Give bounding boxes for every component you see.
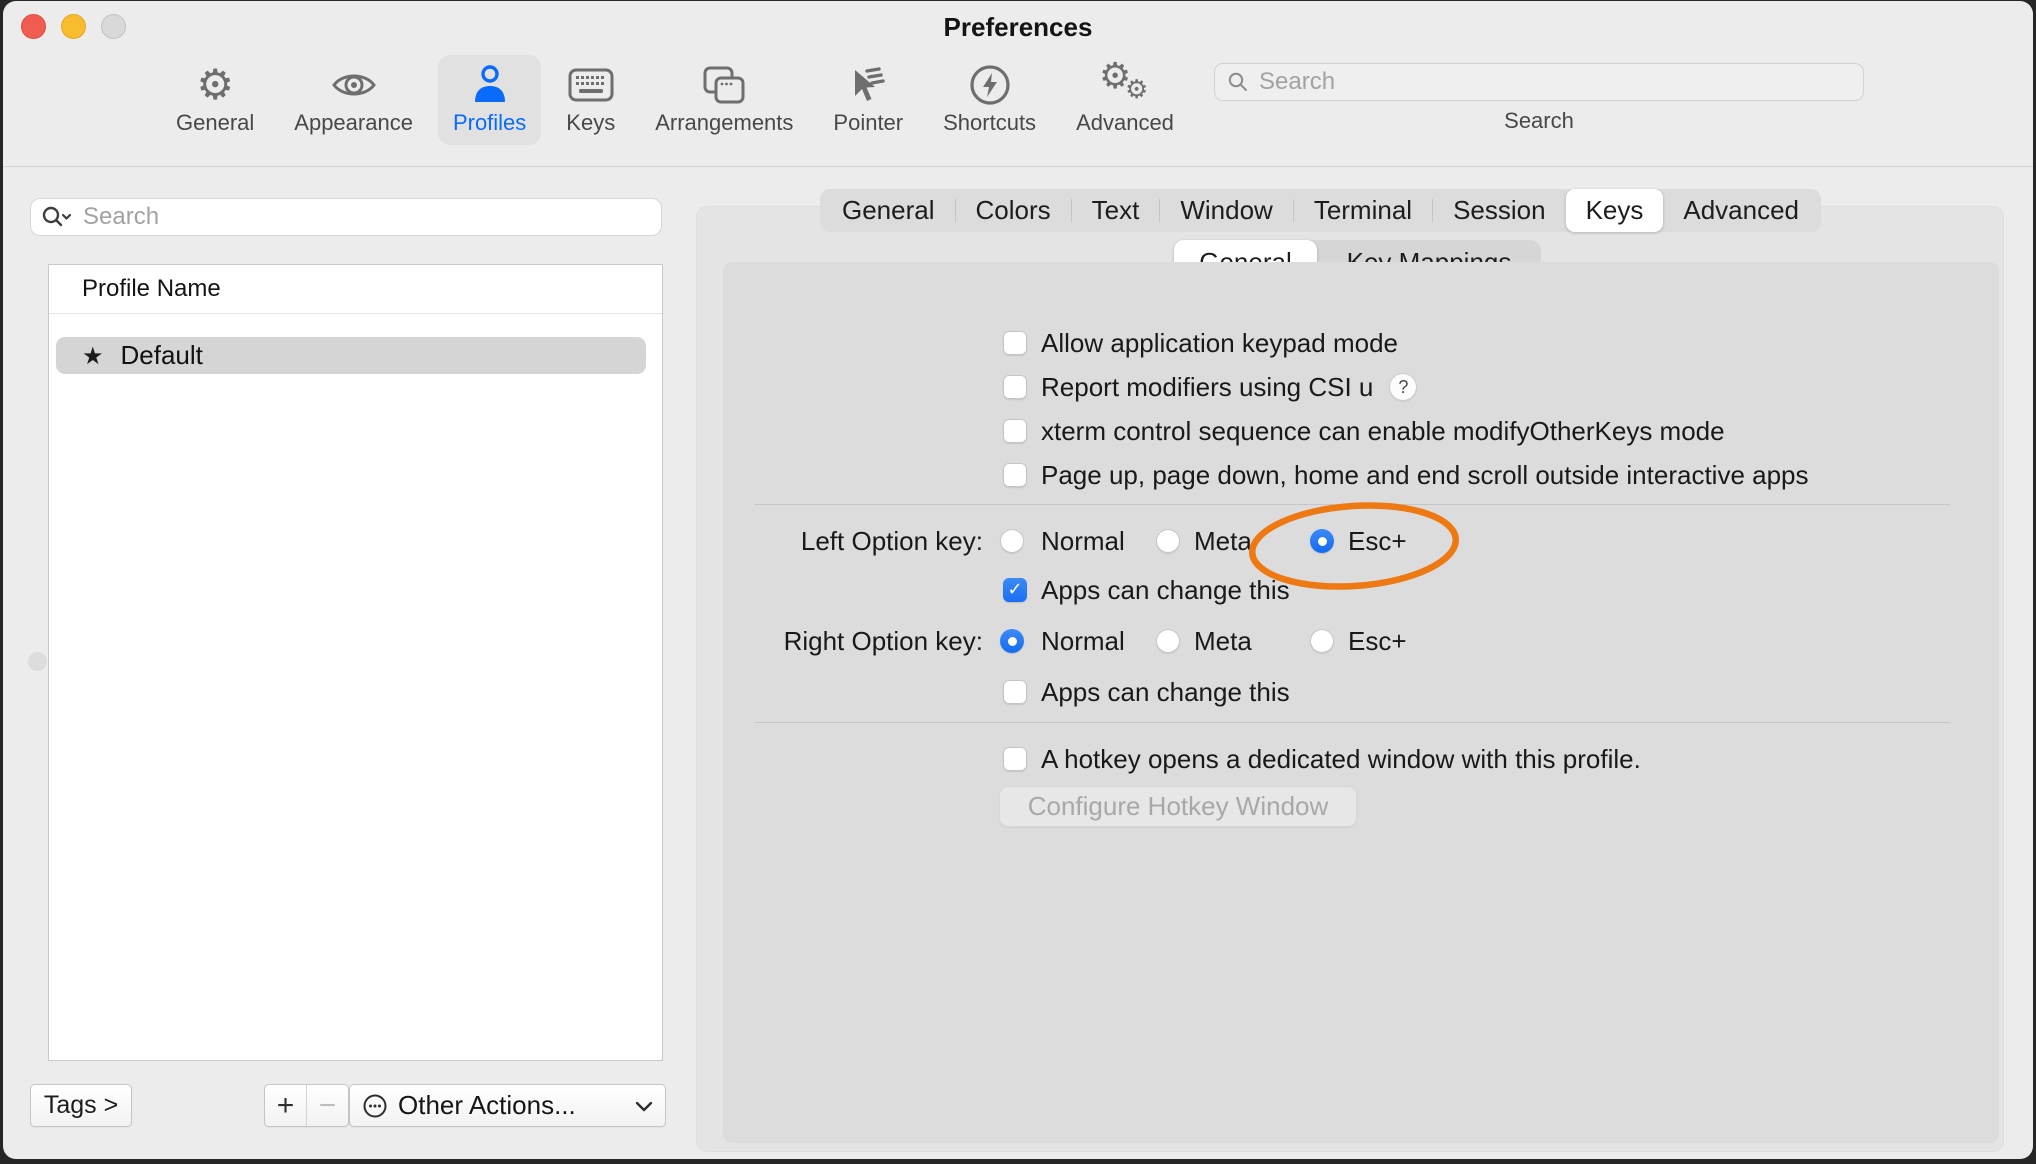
tab-terminal[interactable]: Terminal <box>1294 189 1432 232</box>
checkbox-right-apps-can-change[interactable] <box>1003 680 1027 704</box>
add-profile-button[interactable]: + <box>265 1085 306 1126</box>
lightning-circle-icon <box>968 61 1012 108</box>
profile-search-field[interactable] <box>30 198 662 236</box>
eye-icon <box>331 61 377 108</box>
profile-list-header: Profile Name <box>49 265 662 314</box>
toolbar-search-input[interactable] <box>1257 67 1851 97</box>
windows-stack-icon <box>702 61 746 108</box>
left-option-key-row: Left Option key: Normal Meta Esc+ <box>723 527 1923 555</box>
cursor-icon <box>847 61 889 108</box>
tab-colors[interactable]: Colors <box>956 189 1071 232</box>
right-option-key-label: Right Option key: <box>723 627 983 655</box>
toolbar-search-group: Search <box>1214 63 1864 134</box>
screenshot-canvas: Preferences ⚙ General Appearance Profile… <box>0 0 2036 1164</box>
search-icon <box>1227 71 1249 93</box>
checkbox-row-modifyotherkeys: xterm control sequence can enable modify… <box>1003 417 1725 445</box>
profile-list: Profile Name ★ Default <box>48 264 663 1061</box>
chevron-down-icon <box>635 1100 653 1112</box>
right-option-key-row: Right Option key: Normal Meta Esc+ <box>723 627 1923 655</box>
radio-left-option-esc[interactable] <box>1310 529 1334 553</box>
hotkey-row: A hotkey opens a dedicated window with t… <box>1003 745 1641 773</box>
tags-button[interactable]: Tags > <box>30 1084 132 1127</box>
radio-right-option-normal[interactable] <box>1000 629 1024 653</box>
tab-general[interactable]: General <box>822 189 955 232</box>
divider <box>755 504 1950 505</box>
radio-left-option-meta[interactable] <box>1156 529 1180 553</box>
radio-right-option-meta[interactable] <box>1156 629 1180 653</box>
checkbox-row-csi-u: Report modifiers using CSI u ? <box>1003 373 1417 401</box>
profile-tabbar: General Colors Text Window Terminal Sess… <box>820 189 1821 232</box>
tab-window[interactable]: Window <box>1160 189 1292 232</box>
toolbar-item-profiles[interactable]: Profiles <box>438 55 541 145</box>
gear-icon: ⚙ <box>196 61 234 108</box>
ellipsis-circle-icon <box>362 1093 388 1119</box>
profile-row-default[interactable]: ★ Default <box>56 337 646 374</box>
tab-advanced[interactable]: Advanced <box>1663 189 1819 232</box>
radio-left-option-normal[interactable] <box>1000 529 1024 553</box>
radio-right-option-esc[interactable] <box>1310 629 1334 653</box>
right-apps-can-change-row: Apps can change this <box>1003 678 1290 706</box>
toolbar-item-arrangements[interactable]: Arrangements <box>640 55 808 145</box>
toolbar-item-keys[interactable]: Keys <box>551 55 630 145</box>
configure-hotkey-window-button[interactable]: Configure Hotkey Window <box>999 786 1357 827</box>
left-option-key-label: Left Option key: <box>723 527 983 555</box>
keyboard-icon <box>568 61 614 108</box>
checkbox-allow-keypad-mode[interactable] <box>1003 331 1027 355</box>
search-scope-icon <box>41 205 73 229</box>
window-title: Preferences <box>3 12 2033 43</box>
toolbar-item-general[interactable]: ⚙ General <box>161 55 269 145</box>
tab-session[interactable]: Session <box>1433 189 1566 232</box>
toolbar-item-appearance[interactable]: Appearance <box>279 55 428 145</box>
profile-name: Default <box>121 340 203 371</box>
preferences-window: Preferences ⚙ General Appearance Profile… <box>3 1 2033 1159</box>
gears-icon: ⚙ ⚙ <box>1093 61 1157 108</box>
other-actions-label: Other Actions... <box>398 1090 635 1121</box>
help-button[interactable]: ? <box>1389 373 1417 401</box>
add-remove-segment: + − <box>264 1084 349 1127</box>
checkbox-report-modifiers-csi-u[interactable] <box>1003 375 1027 399</box>
toolbar-search-field[interactable] <box>1214 63 1864 101</box>
toolbar-divider <box>3 166 2033 167</box>
divider <box>755 722 1950 723</box>
preferences-toolbar: ⚙ General Appearance Profiles Keys Arr <box>161 55 1189 145</box>
checkmark-icon: ✓ <box>1007 581 1022 599</box>
tab-text[interactable]: Text <box>1072 189 1160 232</box>
person-icon <box>470 61 510 108</box>
toolbar-item-pointer[interactable]: Pointer <box>818 55 918 145</box>
toolbar-item-shortcuts[interactable]: Shortcuts <box>928 55 1051 145</box>
other-actions-dropdown[interactable]: Other Actions... <box>349 1084 666 1127</box>
tab-keys[interactable]: Keys <box>1566 189 1664 232</box>
checkbox-page-scroll-outside-apps[interactable] <box>1003 463 1027 487</box>
toolbar-search-label: Search <box>1214 108 1864 134</box>
checkbox-xterm-modifyotherkeys[interactable] <box>1003 419 1027 443</box>
splitter-handle[interactable] <box>28 652 47 671</box>
remove-profile-button[interactable]: − <box>306 1085 348 1126</box>
profile-search-input[interactable] <box>81 202 651 232</box>
left-apps-can-change-row: ✓ Apps can change this <box>1003 576 1290 604</box>
checkbox-hotkey-window[interactable] <box>1003 747 1027 771</box>
star-icon: ★ <box>82 342 104 370</box>
checkbox-row-keypad-mode: Allow application keypad mode <box>1003 329 1398 357</box>
checkbox-left-apps-can-change[interactable]: ✓ <box>1003 578 1027 602</box>
checkbox-row-page-scroll: Page up, page down, home and end scroll … <box>1003 461 1809 489</box>
toolbar-item-advanced[interactable]: ⚙ ⚙ Advanced <box>1061 55 1189 145</box>
keys-general-content: Allow application keypad mode Report mod… <box>723 262 1999 1143</box>
